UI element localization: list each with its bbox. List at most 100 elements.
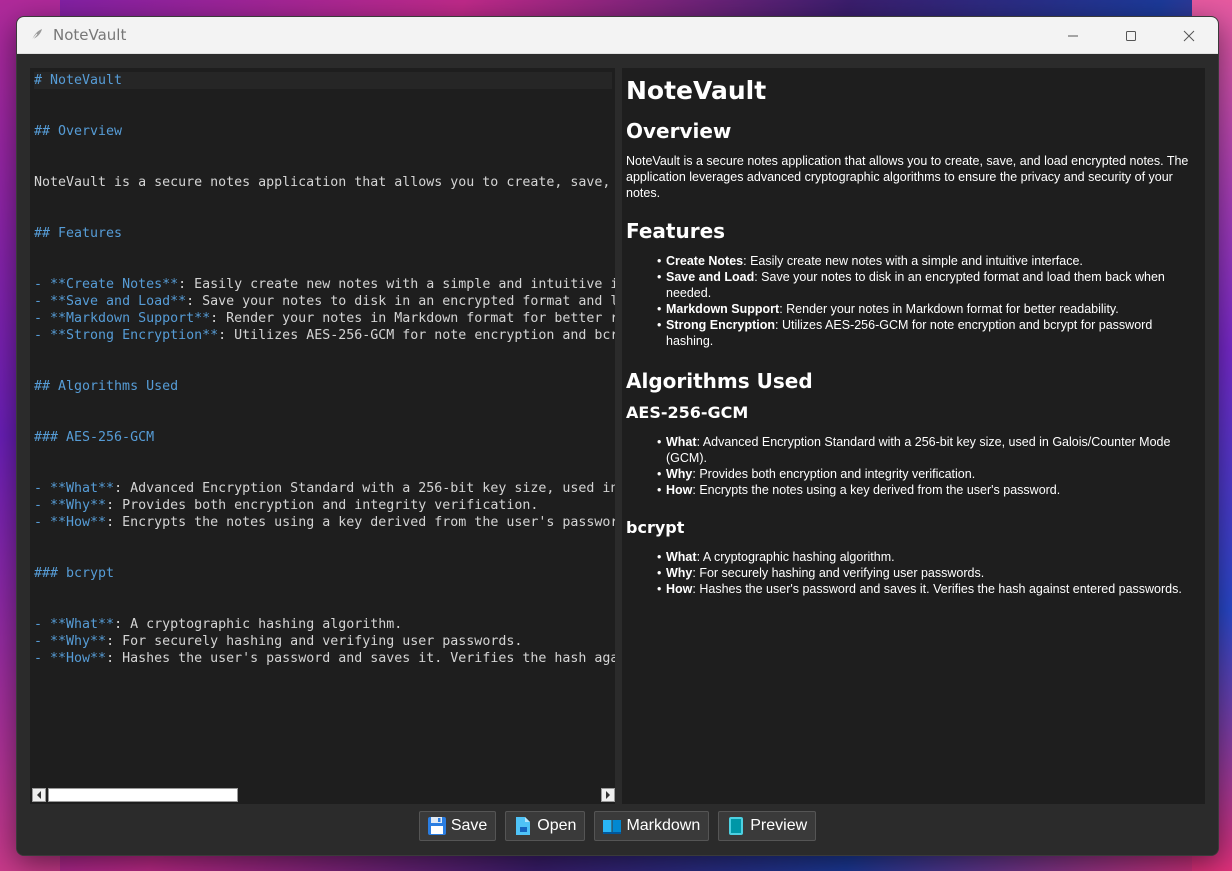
markdown-editor[interactable]: # NoteVault ## Overview NoteVault is a s… — [30, 68, 615, 804]
editor-line[interactable] — [34, 208, 615, 225]
editor-line[interactable]: - **Why**: Provides both encryption and … — [34, 497, 615, 514]
markdown-button[interactable]: Markdown — [594, 811, 710, 841]
preview-button-label: Preview — [750, 817, 808, 834]
editor-line[interactable]: - **Why**: For securely hashing and veri… — [34, 633, 615, 650]
preview-item-bold: How — [666, 483, 693, 497]
editor-line[interactable]: - **What**: A cryptographic hashing algo… — [34, 616, 615, 633]
preview-list-item: Markdown Support: Render your notes in M… — [657, 301, 1201, 317]
editor-line[interactable] — [34, 157, 615, 174]
feather-icon — [29, 27, 45, 43]
editor-bullet-marker: - — [34, 617, 51, 632]
scrollbar-thumb[interactable] — [48, 788, 238, 802]
preview-item-bold: Markdown Support — [666, 302, 780, 316]
editor-line[interactable] — [34, 395, 615, 412]
floppy-disk-icon — [427, 817, 446, 835]
editor-heading-text: ## Features — [34, 226, 123, 241]
editor-line[interactable]: - **Create Notes**: Easily create new no… — [34, 276, 615, 293]
editor-line[interactable]: # NoteVault — [34, 72, 612, 89]
preview-title: NoteVault — [626, 76, 767, 105]
preview-item-text: : Provides both encryption and integrity… — [692, 467, 976, 481]
minimize-button[interactable] — [1044, 17, 1102, 54]
editor-item-text: : Hashes the user's password and saves i… — [106, 651, 615, 666]
preview-heading-features: Features — [626, 219, 726, 243]
preview-list-item: What: A cryptographic hashing algorithm. — [657, 549, 1201, 565]
preview-overview-paragraph: NoteVault is a secure notes application … — [626, 154, 1189, 200]
document-icon — [516, 817, 531, 835]
editor-line[interactable] — [34, 531, 615, 548]
editor-line[interactable] — [34, 412, 615, 429]
preview-item-text: : Easily create new notes with a simple … — [743, 254, 1083, 268]
preview-heading-bcrypt: bcrypt — [626, 518, 685, 537]
editor-heading-text: ## Algorithms Used — [34, 379, 179, 394]
preview-item-text: : A cryptographic hashing algorithm. — [696, 550, 895, 564]
horizontal-scrollbar[interactable] — [30, 786, 615, 804]
bcrypt-list: What: A cryptographic hashing algorithm.… — [657, 549, 1201, 597]
scroll-left-button[interactable] — [32, 788, 46, 802]
editor-item-text: : Save your notes to disk in an encrypte… — [186, 294, 615, 309]
preview-list-item: What: Advanced Encryption Standard with … — [657, 434, 1201, 466]
preview-item-bold: Create Notes — [666, 254, 744, 268]
editor-item-text: : Provides both encryption and integrity… — [106, 498, 539, 513]
editor-heading-text: ### AES-256-GCM — [34, 430, 155, 445]
editor-bullet-marker: - — [34, 498, 51, 513]
editor-bullet-marker: - — [34, 481, 51, 496]
editor-bullet-marker: - — [34, 634, 51, 649]
editor-line[interactable] — [34, 361, 615, 378]
scroll-right-button[interactable] — [601, 788, 615, 802]
preview-item-bold: Strong Encryption — [666, 318, 776, 332]
preview-item-text: : Advanced Encryption Standard with a 25… — [666, 435, 1171, 465]
preview-item-text: : Hashes the user's password and saves i… — [692, 582, 1182, 596]
editor-bold-text: **How** — [50, 651, 107, 666]
preview-heading-aes: AES-256-GCM — [626, 403, 749, 422]
editor-line[interactable] — [34, 599, 615, 616]
editor-line[interactable]: - **Strong Encryption**: Utilizes AES-25… — [34, 327, 615, 344]
editor-line[interactable]: ## Overview — [34, 123, 615, 140]
editor-line[interactable] — [34, 548, 615, 565]
markdown-preview: NoteVault Overview NoteVault is a secure… — [622, 68, 1205, 804]
preview-item-bold: Save and Load — [666, 270, 755, 284]
editor-bullet-marker: - — [34, 328, 51, 343]
editor-bullet-marker: - — [34, 277, 51, 292]
preview-button[interactable]: Preview — [718, 811, 817, 841]
editor-line[interactable] — [34, 582, 615, 599]
open-button[interactable]: Open — [505, 811, 586, 841]
preview-heading-algorithms: Algorithms Used — [626, 369, 813, 393]
title-bar[interactable]: NoteVault — [17, 17, 1218, 54]
open-button-label: Open — [537, 817, 577, 834]
editor-line[interactable]: - **What**: Advanced Encryption Standard… — [34, 480, 615, 497]
editor-heading-text: # NoteVault — [34, 73, 123, 88]
preview-list-item: Strong Encryption: Utilizes AES-256-GCM … — [657, 317, 1201, 349]
editor-item-text: : Encrypts the notes using a key derived… — [106, 515, 615, 530]
editor-line[interactable]: - **How**: Hashes the user's password an… — [34, 650, 615, 667]
editor-line[interactable]: - **Save and Load**: Save your notes to … — [34, 293, 615, 310]
editor-line[interactable]: ## Features — [34, 225, 615, 242]
editor-item-text: : Utilizes AES-256-GCM for note encrypti… — [218, 328, 615, 343]
editor-item-text: : A cryptographic hashing algorithm. — [114, 617, 403, 632]
editor-line[interactable] — [34, 242, 615, 259]
editor-line[interactable] — [34, 446, 615, 463]
close-button[interactable] — [1160, 17, 1218, 54]
save-button[interactable]: Save — [418, 811, 497, 841]
editor-line[interactable] — [34, 344, 615, 361]
editor-line[interactable] — [34, 191, 615, 208]
editor-line[interactable]: NoteVault is a secure notes application … — [34, 174, 615, 191]
editor-line[interactable] — [34, 463, 615, 480]
preview-list-item: Why: Provides both encryption and integr… — [657, 466, 1201, 482]
preview-list-item: Save and Load: Save your notes to disk i… — [657, 269, 1201, 301]
editor-line[interactable] — [34, 140, 615, 157]
editor-item-text: : Advanced Encryption Standard with a 25… — [114, 481, 615, 496]
maximize-button[interactable] — [1102, 17, 1160, 54]
editor-line[interactable]: ## Algorithms Used — [34, 378, 615, 395]
editor-line[interactable]: - **Markdown Support**: Render your note… — [34, 310, 615, 327]
app-window: NoteVault # NoteVault ## Overview NoteVa… — [16, 16, 1219, 856]
editor-text-area[interactable]: # NoteVault ## Overview NoteVault is a s… — [30, 68, 615, 786]
editor-bold-text: **Markdown Support** — [50, 311, 211, 326]
editor-line[interactable]: - **How**: Encrypts the notes using a ke… — [34, 514, 615, 531]
editor-line[interactable] — [34, 89, 615, 106]
editor-line[interactable]: ### AES-256-GCM — [34, 429, 615, 446]
editor-line[interactable]: ### bcrypt — [34, 565, 615, 582]
editor-line[interactable] — [34, 106, 615, 123]
editor-item-text: : Easily create new notes with a simple … — [178, 277, 615, 292]
editor-line[interactable] — [34, 259, 615, 276]
editor-heading-text: ### bcrypt — [34, 566, 115, 581]
